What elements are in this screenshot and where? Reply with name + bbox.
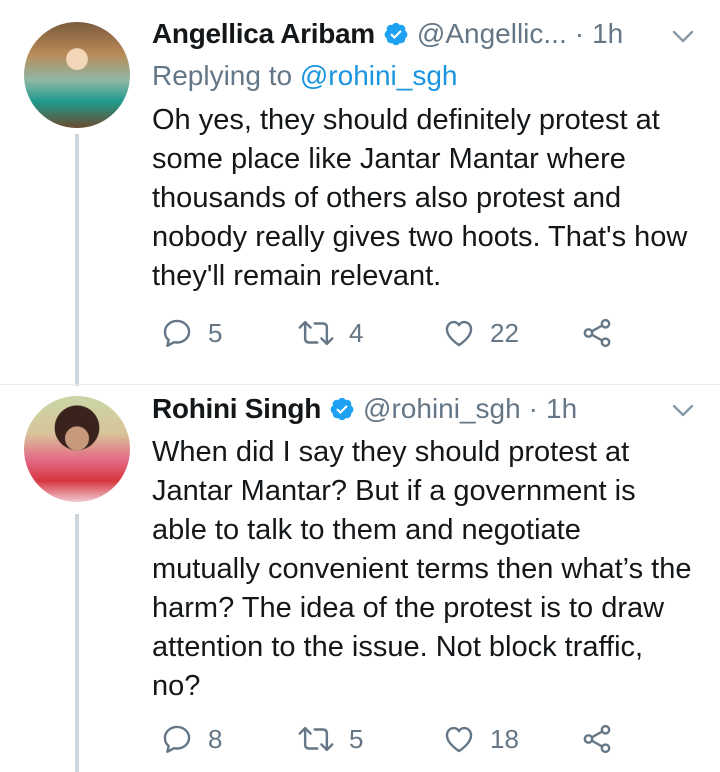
display-name[interactable]: Rohini Singh xyxy=(152,393,321,425)
display-name[interactable]: Angellica Aribam xyxy=(152,18,375,50)
thread-line xyxy=(75,514,79,772)
retweet-icon xyxy=(298,726,334,752)
tweet[interactable]: Angellica Aribam @Angellic... · 1h Reply… xyxy=(0,0,720,386)
tweet-header: Angellica Aribam @Angellic... · 1h xyxy=(152,18,623,50)
retweet-button[interactable]: 4 xyxy=(297,316,363,350)
verified-badge-icon xyxy=(330,397,354,421)
tweet-text: When did I say they should protest at Ja… xyxy=(152,436,692,702)
share-icon xyxy=(583,318,611,348)
tweet[interactable]: Rohini Singh @rohini_sgh · 1h When did I… xyxy=(0,386,720,772)
retweet-icon xyxy=(298,320,334,346)
share-button[interactable] xyxy=(580,722,614,756)
reply-button[interactable]: 5 xyxy=(160,316,222,350)
retweet-count: 5 xyxy=(349,723,364,754)
replying-to-handle-link[interactable]: @rohini_sgh xyxy=(300,60,458,91)
heart-icon xyxy=(445,320,473,347)
share-button[interactable] xyxy=(580,316,614,350)
tweet-header: Rohini Singh @rohini_sgh · 1h xyxy=(152,393,577,425)
timestamp[interactable]: 1h xyxy=(546,393,577,425)
avatar[interactable] xyxy=(24,22,130,128)
reply-button[interactable]: 8 xyxy=(160,722,222,756)
chevron-down-icon[interactable] xyxy=(672,404,694,418)
thread-line xyxy=(75,134,79,386)
reply-icon xyxy=(163,725,191,753)
like-count: 22 xyxy=(490,317,519,348)
like-button[interactable]: 18 xyxy=(442,722,519,756)
verified-badge-icon xyxy=(384,22,408,46)
replying-to-label: Replying to xyxy=(152,60,293,91)
like-button[interactable]: 22 xyxy=(442,316,519,350)
separator: · xyxy=(574,18,585,49)
retweet-count: 4 xyxy=(349,317,364,348)
reply-icon xyxy=(163,319,191,347)
handle[interactable]: @Angellic... xyxy=(417,18,567,50)
retweet-button[interactable]: 5 xyxy=(297,722,363,756)
tweet-text: Oh yes, they should definitely protest a… xyxy=(152,104,688,292)
separator: · xyxy=(528,393,538,424)
reply-count: 8 xyxy=(208,723,223,754)
reply-count: 5 xyxy=(208,317,223,348)
avatar[interactable] xyxy=(24,396,130,502)
heart-icon xyxy=(445,726,473,753)
handle[interactable]: @rohini_sgh xyxy=(363,393,521,425)
tweet-divider xyxy=(0,384,720,385)
like-count: 18 xyxy=(490,723,519,754)
timestamp[interactable]: 1h xyxy=(592,18,623,50)
chevron-down-icon[interactable] xyxy=(672,30,694,44)
share-icon xyxy=(583,724,611,754)
replying-to: Replying to @rohini_sgh xyxy=(152,60,458,92)
